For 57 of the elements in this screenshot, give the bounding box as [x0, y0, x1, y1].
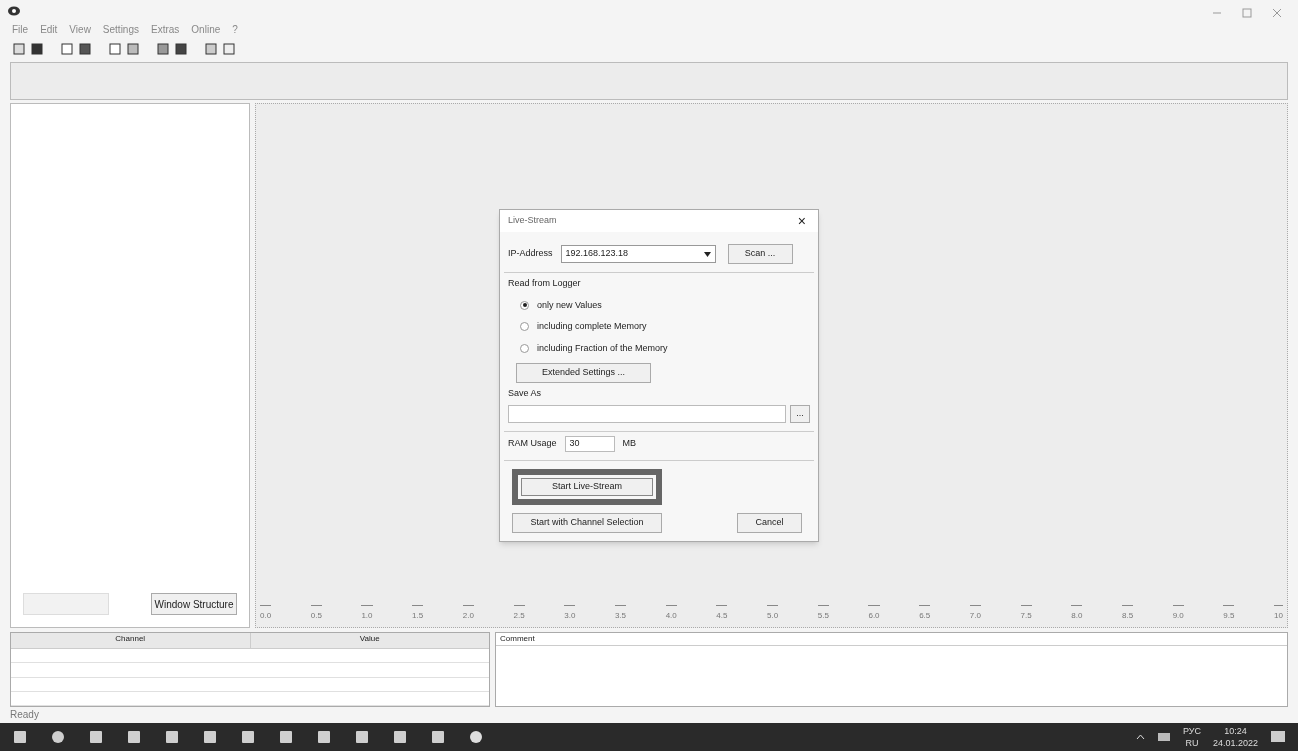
- close-icon[interactable]: [1272, 8, 1282, 18]
- dialog-title: Live-Stream: [508, 214, 557, 228]
- group-label: Read from Logger: [508, 278, 581, 288]
- tray-caret-icon[interactable]: [1135, 734, 1145, 740]
- language-indicator[interactable]: РУС: [1182, 725, 1201, 737]
- axis-tick-label: 9.5: [1223, 605, 1235, 627]
- axis-tick-label: 2.5: [513, 605, 525, 627]
- caret-icon: [703, 251, 711, 257]
- clock-date[interactable]: 24.01.2022: [1212, 737, 1258, 749]
- axis-tick-label: 0.0: [260, 605, 272, 627]
- start-live-stream-button[interactable]: Start Live-Stream: [521, 477, 653, 496]
- browse-button[interactable]: ...: [790, 404, 810, 423]
- extended-settings-button[interactable]: Extended Settings ...: [516, 363, 651, 383]
- clock-time[interactable]: 10:24: [1224, 725, 1247, 737]
- ip-address-dropdown[interactable]: 192.168.123.18: [560, 245, 716, 263]
- ram-usage-field[interactable]: 30: [564, 435, 615, 452]
- axis-tick-label: 4.0: [665, 605, 677, 627]
- ip-address-label: IP-Address: [508, 247, 553, 261]
- axis-tick-label: 1.5: [412, 605, 424, 627]
- axis-tick-label: 3.0: [564, 605, 576, 627]
- app-logo-icon: [8, 6, 20, 16]
- axis-tick-label: 6.5: [919, 605, 931, 627]
- axis-tick-label: 8.0: [1071, 605, 1083, 627]
- status-text: Ready: [10, 709, 39, 720]
- scan-button[interactable]: Scan ...: [727, 244, 793, 264]
- save-as-label: Save As: [508, 387, 543, 400]
- ram-usage-label: RAM Usage: [508, 436, 557, 450]
- radio-label: only new Values: [537, 298, 602, 312]
- radio-button[interactable]: [520, 343, 529, 353]
- axis-tick-label: 1.0: [361, 605, 373, 627]
- axis-tick-label: 5.0: [767, 605, 779, 627]
- axis-tick-label: 5.5: [817, 605, 829, 627]
- language-code[interactable]: RU: [1185, 737, 1199, 749]
- cancel-button[interactable]: Cancel: [737, 512, 802, 533]
- column-header: Value: [358, 633, 381, 645]
- comment-box[interactable]: Comment: [495, 632, 1288, 707]
- save-as-field[interactable]: [508, 404, 786, 423]
- window-structure-button[interactable]: Window Structure: [151, 593, 237, 615]
- column-header: Channel: [11, 633, 251, 648]
- radio-button[interactable]: [520, 322, 529, 332]
- axis-tick-label: 9.0: [1172, 605, 1184, 627]
- axis-tick-label: 6.0: [868, 605, 880, 627]
- radio-button[interactable]: [520, 300, 529, 310]
- axis-tick-label: 4.5: [716, 605, 728, 627]
- axis-tick-label: 8.5: [1121, 605, 1134, 627]
- axis-tick-label: 10: [1274, 605, 1283, 627]
- axis-tick-label: 7.5: [1020, 605, 1032, 627]
- axis-tick-label: 0.5: [310, 605, 322, 627]
- start-channel-selection-button[interactable]: Start with Channel Selection: [512, 512, 662, 533]
- ram-unit-label: MB: [622, 436, 636, 450]
- axis-tick-label: 2.0: [462, 605, 474, 627]
- radio-label: including Fraction of the Memory: [537, 341, 668, 355]
- axis-tick-label: 3.5: [614, 605, 627, 627]
- comment-label: Comment: [496, 633, 1287, 646]
- axis-tick-label: 7.0: [969, 605, 981, 627]
- radio-label: including complete Memory: [537, 320, 647, 333]
- close-button[interactable]: ×: [793, 211, 810, 231]
